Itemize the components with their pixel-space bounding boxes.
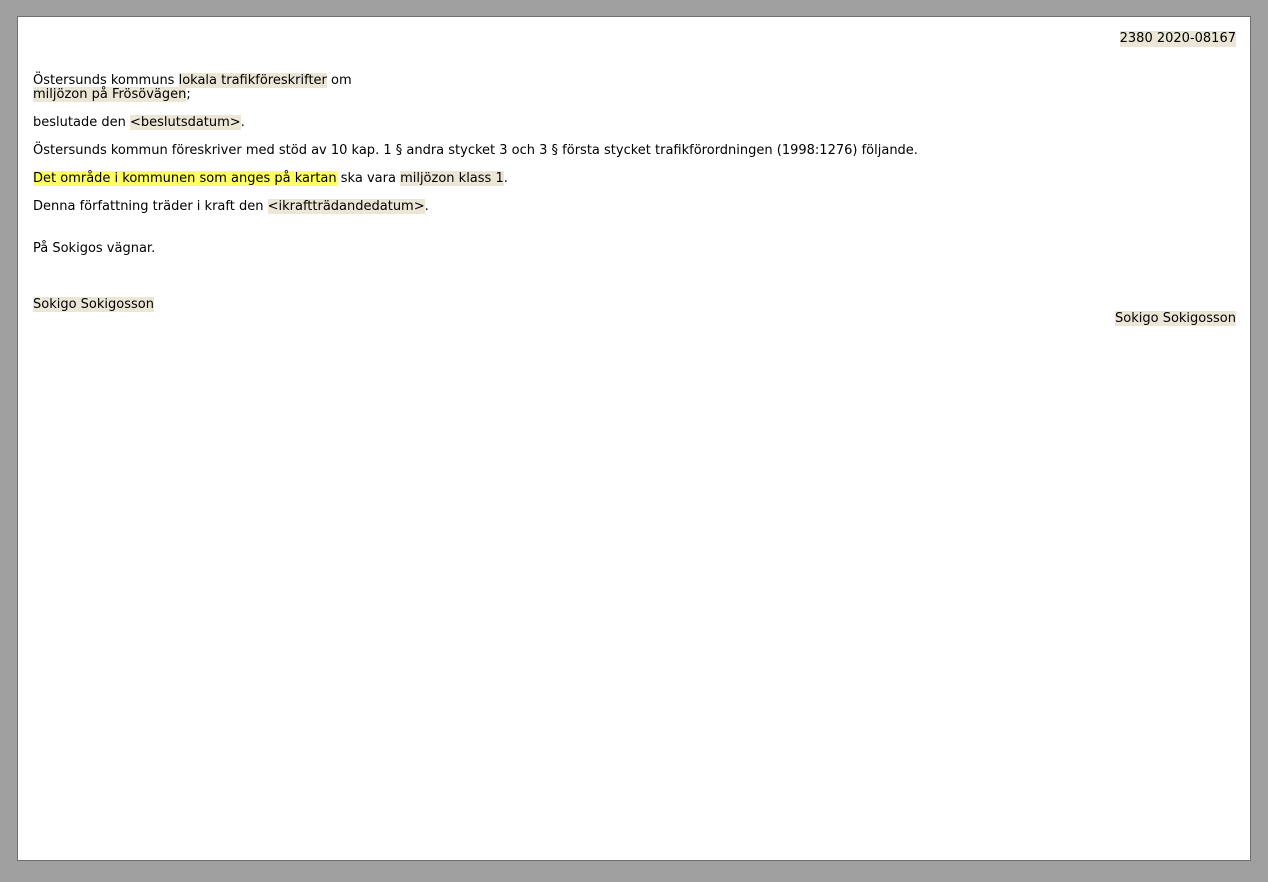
decided-line: beslutade den <beslutsdatum>.	[33, 115, 245, 131]
effective-paragraph: Denna författning träder i kraft den <ik…	[33, 199, 429, 215]
rule-suffix: .	[503, 171, 508, 186]
authority-paragraph: Östersunds kommun föreskriver med stöd a…	[33, 143, 918, 158]
decided-prefix: beslutade den	[33, 115, 130, 130]
title-prefix: Östersunds kommuns	[33, 73, 179, 88]
rule-paragraph: Det område i kommunen som anges på karta…	[33, 171, 508, 187]
rule-mid: ska vara	[336, 171, 401, 186]
effective-suffix: .	[424, 199, 429, 214]
title-field-subject[interactable]: miljözon på Frösövägen	[33, 87, 187, 102]
signatory-left: Sokigo Sokigosson	[33, 297, 154, 313]
document-page: 2380 2020-08167 Östersunds kommuns lokal…	[17, 16, 1251, 861]
reference-number[interactable]: 2380 2020-08167	[1119, 31, 1236, 47]
signatory-left-field[interactable]: Sokigo Sokigosson	[33, 297, 154, 312]
title-line-2: miljözon på Frösövägen;	[33, 87, 191, 103]
signatory-right: Sokigo Sokigosson	[1115, 311, 1236, 327]
title-mid: om	[326, 73, 352, 88]
title-field-regulations[interactable]: lokala trafikföreskrifter	[178, 73, 327, 88]
rule-highlight[interactable]: Det område i kommunen som anges på karta…	[33, 171, 337, 186]
zone-class-field[interactable]: miljözon klass 1	[400, 171, 504, 186]
signatory-right-field[interactable]: Sokigo Sokigosson	[1115, 311, 1236, 326]
effective-date-field[interactable]: <ikraftträdandedatum>	[267, 199, 425, 214]
effective-prefix: Denna författning träder i kraft den	[33, 199, 268, 214]
title-suffix: ;	[186, 87, 191, 102]
decision-date-field[interactable]: <beslutsdatum>	[129, 115, 241, 130]
decided-suffix: .	[240, 115, 245, 130]
on-behalf-text: På Sokigos vägnar.	[33, 241, 156, 256]
